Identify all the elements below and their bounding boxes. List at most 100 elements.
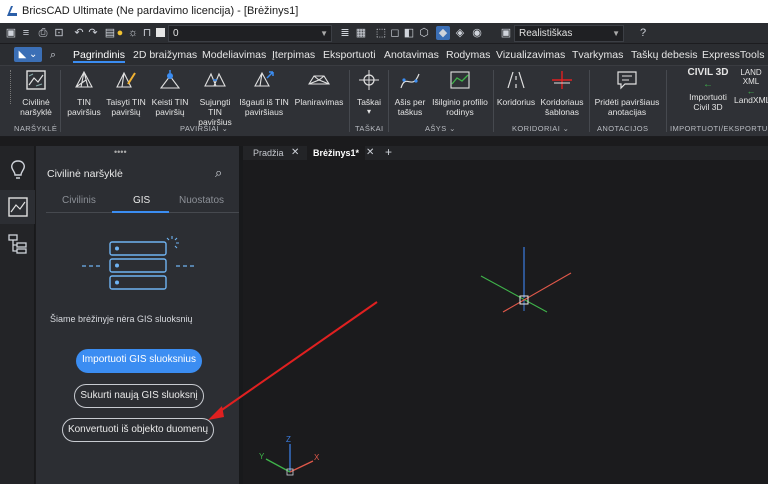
search-icon[interactable]: ⌕	[46, 48, 60, 62]
visual-style-active-icon[interactable]: ◆	[436, 26, 450, 40]
sun-icon[interactable]: ☼	[126, 26, 140, 40]
group-label-corridors[interactable]: KORIDORIAI ⌄	[512, 124, 569, 133]
extract-tin-icon	[254, 71, 274, 87]
points-group-text: TAŠKAI	[355, 124, 384, 133]
tab-vizualizavimas[interactable]: Vizualizavimas	[496, 47, 565, 63]
tab-tasku-debesis[interactable]: Taškų debesis	[631, 47, 698, 63]
layer-combo[interactable]: 0 ▼	[168, 25, 332, 42]
import-gis-layers-button[interactable]: Importuoti GIS sluoksnius	[76, 349, 202, 373]
merge-tin-button[interactable]: Sujungti TIN paviršius	[192, 68, 238, 127]
corridor-button[interactable]: Koridorius	[496, 68, 536, 107]
create-gis-layer-button[interactable]: Sukurti naują GIS sluoksnį	[74, 384, 204, 408]
grading-button[interactable]: Planiravimas	[292, 68, 346, 107]
quick-access-toolbar: ▣ ≡ ⎙ ⊡ ↶ ↷ ▤ ● ☼ ⊓ 0 ▼ ≣ ▦ ⬚ ◻ ◧ ⬡ ◆ ◈ …	[0, 23, 768, 44]
fix-tin-icon	[116, 71, 136, 88]
group-label-surfaces[interactable]: PAVIRŠIAI ⌄	[180, 124, 228, 133]
realistic-icon[interactable]: ◈	[453, 26, 467, 40]
layer-value: 0	[173, 28, 179, 39]
ribbon-separator	[666, 70, 667, 132]
tab-pradzia[interactable]: Pradžia	[247, 146, 290, 160]
tab-iterpimas[interactable]: Įterpimas	[272, 47, 315, 63]
chevron-down-icon: ▼	[612, 29, 620, 38]
civil-browser-icon[interactable]	[6, 195, 30, 219]
civil-browser-button[interactable]: Civilinė naršyklė	[16, 68, 56, 117]
tin-surface-icon	[75, 70, 93, 88]
search-icon[interactable]: ⌕	[215, 165, 222, 181]
drawing-canvas[interactable]	[243, 160, 768, 484]
document-tab-bar: Pradžia ✕ Brėžinys1* ✕ +	[243, 145, 768, 160]
points-icon	[359, 70, 379, 90]
save-icon[interactable]: ▣	[4, 26, 18, 40]
empty-state-message: Šiame brėžinyje nėra GIS sluoksnių	[50, 314, 193, 324]
landxml-button[interactable]: LAND XML ← LandXML	[734, 68, 768, 105]
print-icon[interactable]: ⎙	[36, 26, 50, 40]
group-label-browser: NARŠYKLĖ	[14, 124, 57, 133]
ribbon-separator	[60, 70, 61, 132]
panel-grip[interactable]: ••••	[114, 147, 127, 157]
corridor-template-label: Koridoriaus šablonas	[540, 97, 584, 117]
tab-pagrindinis[interactable]: Pagrindinis	[73, 47, 125, 63]
import-civil3d-button[interactable]: CIVIL 3D ← Importuoti Civil 3D	[686, 68, 730, 113]
corridor-template-icon	[552, 71, 572, 89]
ribbon-separator	[388, 70, 389, 132]
application-menu-button[interactable]: ◣ ⌄	[14, 47, 42, 62]
corridor-icon	[507, 71, 525, 89]
tab-tvarkymas[interactable]: Tvarkymas	[572, 47, 623, 63]
extract-tin-button[interactable]: Išgauti iš TIN paviršiaus	[238, 68, 290, 117]
layer-states-icon[interactable]: ≣	[338, 26, 352, 40]
tab-modeliavimas[interactable]: Modeliavimas	[202, 47, 266, 63]
close-icon[interactable]: ✕	[291, 147, 299, 158]
tab-brezinys1[interactable]: Brėžinys1*	[307, 146, 366, 160]
axis-from-points-button[interactable]: Ašis per taškus	[390, 68, 430, 117]
arrow-left-icon: ←	[703, 79, 713, 90]
tab-gis[interactable]: GIS	[133, 195, 150, 206]
visual-style-icon[interactable]: ▣	[499, 26, 513, 40]
ribbon-panel: Civilinė naršyklė TIN paviršius Taisyti …	[0, 65, 768, 137]
render-icon[interactable]: ◉	[470, 26, 484, 40]
wireframe-icon[interactable]: ⬚	[374, 26, 388, 40]
profile-view-button[interactable]: Išilginio profilio rodinys	[430, 68, 490, 117]
extract-tin-label: Išgauti iš TIN paviršiaus	[239, 97, 289, 117]
redo-icon[interactable]: ↷	[86, 26, 100, 40]
undo-icon[interactable]: ↶	[72, 26, 86, 40]
help-icon[interactable]: ?	[636, 26, 650, 40]
profile-view-icon	[450, 71, 470, 89]
add-surface-annotations-label: Pridėti paviršiaus anotacijas	[594, 97, 660, 117]
hidden-icon[interactable]: ◻	[388, 26, 402, 40]
tab-pradzia-label: Pradžia	[253, 148, 284, 158]
tab-anotavimas[interactable]: Anotavimas	[384, 47, 439, 63]
chevron-down-icon: ▾	[366, 107, 371, 116]
group-label-axes[interactable]: AŠYS ⌄	[425, 124, 456, 133]
group-label-import-export: IMPORTUOTI/EKSPORTUOTI	[670, 124, 768, 133]
grading-icon	[308, 75, 330, 85]
tab-2d-braizymas[interactable]: 2D braižymas	[133, 47, 197, 63]
tab-rodymas[interactable]: Rodymas	[446, 47, 490, 63]
corridor-template-button[interactable]: Koridoriaus šablonas	[538, 68, 586, 117]
light-bulb-icon[interactable]: ●	[113, 26, 127, 40]
points-button[interactable]: Taškai ▾	[353, 68, 385, 117]
light-bulb-icon[interactable]	[6, 158, 30, 182]
print-preview-icon[interactable]: ⊡	[52, 26, 66, 40]
annotations-group-text: ANOTACIJOS	[597, 124, 649, 133]
fix-tin-button[interactable]: Taisyti TIN paviršių	[104, 68, 148, 117]
edit-tin-button[interactable]: Keisti TIN paviršių	[148, 68, 192, 117]
view-cube-icon[interactable]: ⬡	[417, 26, 431, 40]
visual-style-combo[interactable]: Realistiškas ▼	[514, 25, 624, 42]
tab-nuostatos[interactable]: Nuostatos	[179, 195, 224, 206]
menu-icon[interactable]: ≡	[19, 26, 33, 40]
add-tab-icon[interactable]: +	[385, 145, 392, 159]
view-icon[interactable]: ▦	[354, 26, 368, 40]
tab-civilinis[interactable]: Civilinis	[62, 195, 96, 206]
convert-object-data-button[interactable]: Konvertuoti iš objekto duomenų	[62, 418, 214, 442]
close-icon[interactable]: ✕	[366, 147, 374, 158]
ribbon-tab-bar: ◣ ⌄ ⌕ Pagrindinis 2D braižymas Modeliavi…	[0, 44, 768, 65]
tin-surface-button[interactable]: TIN paviršius	[64, 68, 104, 117]
import-civil3d-label: Importuoti Civil 3D	[689, 92, 727, 112]
structure-tree-icon[interactable]	[6, 232, 30, 256]
landxml-label: LandXML	[734, 95, 768, 105]
tab-expresstools[interactable]: ExpressTools	[702, 47, 764, 63]
add-surface-annotations-button[interactable]: Pridėti paviršiaus anotacijas	[591, 68, 663, 117]
lock-icon[interactable]: ⊓	[140, 26, 154, 40]
tab-eksportuoti[interactable]: Eksportuoti	[323, 47, 376, 63]
shaded-icon[interactable]: ◧	[402, 26, 416, 40]
